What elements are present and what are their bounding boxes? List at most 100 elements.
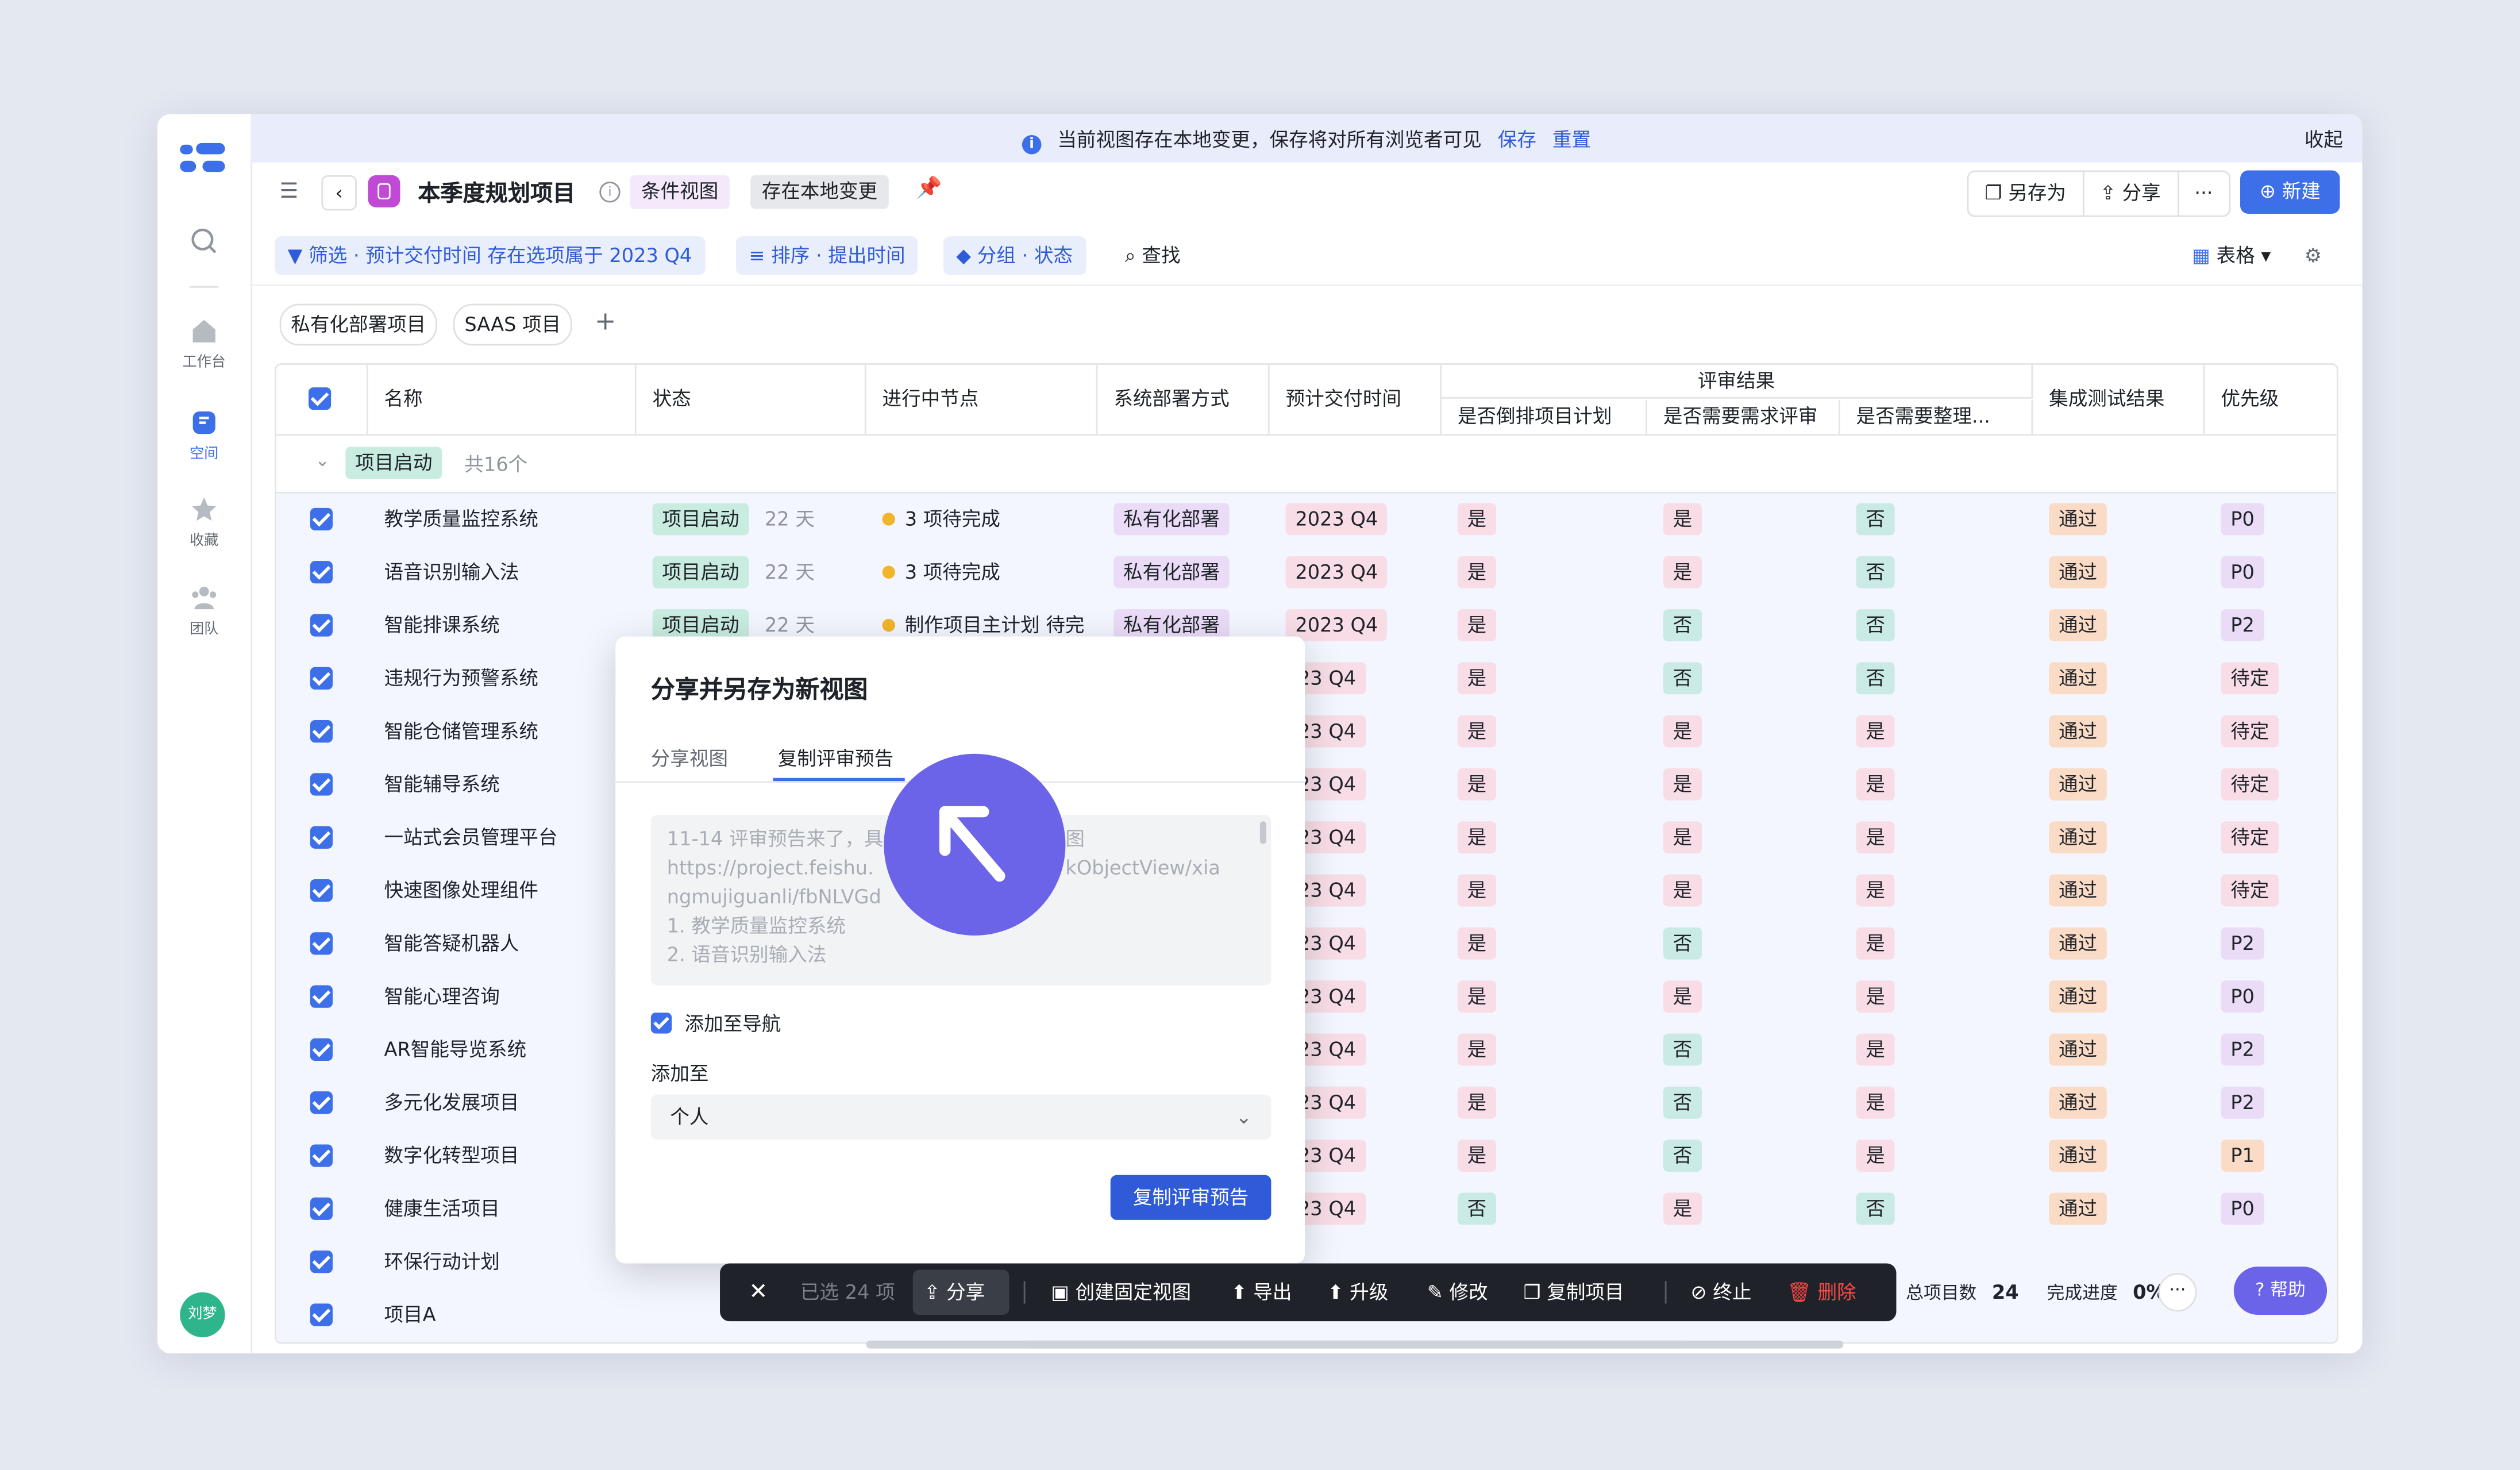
review2-cell[interactable]: 否: [1647, 1130, 1840, 1183]
node-cell[interactable]: 3 项待完成: [866, 547, 1098, 599]
name-cell[interactable]: 智能答疑机器人: [368, 918, 637, 971]
terminate-button[interactable]: ⊘ 终止: [1690, 1263, 1751, 1321]
test-cell[interactable]: 通过: [2033, 653, 2205, 706]
delivery-cell[interactable]: 2023 Q4: [1270, 547, 1442, 599]
name-cell[interactable]: 一站式会员管理平台: [368, 811, 637, 864]
table-row[interactable]: 快速图像处理组件 023 Q4 是是是通过 待定: [276, 864, 2337, 919]
chevron-down-icon[interactable]: ⌄: [315, 450, 330, 471]
banner-reset-link[interactable]: 重置: [1552, 129, 1591, 151]
sort-button[interactable]: ≡ 排序 · 提出时间: [736, 236, 919, 275]
row-checkbox[interactable]: [310, 826, 333, 849]
col-status[interactable]: 状态: [637, 364, 866, 434]
select-all-checkbox[interactable]: [309, 387, 332, 410]
review1-cell[interactable]: 是: [1442, 1077, 1647, 1130]
col-review1[interactable]: 是否倒排项目计划: [1442, 400, 1647, 434]
preview-scrollbar[interactable]: [1259, 821, 1267, 844]
priority-cell[interactable]: P0: [2205, 971, 2336, 1023]
review1-cell[interactable]: 是: [1442, 971, 1647, 1023]
avatar[interactable]: 刘梦: [180, 1292, 225, 1338]
create-fixed-view-button[interactable]: ▣ 创建固定视图: [1051, 1263, 1191, 1321]
name-cell[interactable]: 智能心理咨询: [368, 971, 637, 1023]
rail-favorites[interactable]: 收藏: [157, 495, 251, 550]
banner-save-link[interactable]: 保存: [1498, 129, 1536, 151]
tab-private-deploy[interactable]: 私有化部署项目: [279, 303, 437, 346]
test-cell[interactable]: 通过: [2033, 971, 2205, 1023]
upgrade-button[interactable]: ⬆ 升级: [1327, 1263, 1388, 1321]
col-deploy[interactable]: 系统部署方式: [1097, 364, 1270, 434]
review2-cell[interactable]: 是: [1647, 971, 1840, 1023]
row-checkbox[interactable]: [310, 720, 333, 743]
back-button[interactable]: ‹: [321, 175, 357, 211]
test-cell[interactable]: 通过: [2033, 865, 2205, 918]
row-checkbox[interactable]: [310, 561, 333, 584]
review2-cell[interactable]: 是: [1647, 811, 1840, 864]
tab-share-view[interactable]: 分享视图: [651, 744, 728, 772]
row-checkbox[interactable]: [310, 614, 333, 637]
table-row[interactable]: 健康生活项目 023 Q4 否是否通过 P0: [276, 1183, 2337, 1238]
batch-share-button[interactable]: ⇪ 分享: [924, 1263, 985, 1321]
review2-cell[interactable]: 是: [1647, 547, 1840, 599]
row-checkbox[interactable]: [310, 773, 333, 796]
row-checkbox[interactable]: [310, 879, 333, 902]
group-header-row[interactable]: ⌄ 项目启动 共16个: [276, 436, 2337, 494]
priority-cell[interactable]: P2: [2205, 918, 2336, 971]
priority-cell[interactable]: P0: [2205, 494, 2336, 547]
pin-icon[interactable]: 📌: [916, 177, 942, 201]
review3-cell[interactable]: 是: [1840, 1077, 2033, 1130]
review3-cell[interactable]: 是: [1840, 865, 2033, 918]
priority-cell[interactable]: 待定: [2205, 759, 2336, 811]
name-cell[interactable]: 健康生活项目: [368, 1183, 637, 1236]
name-cell[interactable]: 语音识别输入法: [368, 547, 637, 599]
col-name[interactable]: 名称: [368, 364, 637, 434]
name-cell[interactable]: 智能辅导系统: [368, 759, 637, 811]
table-row[interactable]: 多元化发展项目 023 Q4 是否是通过 P2: [276, 1076, 2337, 1132]
review3-cell[interactable]: 否: [1840, 547, 2033, 599]
deploy-cell[interactable]: 私有化部署: [1097, 547, 1269, 599]
table-row[interactable]: 智能仓储管理系统 023 Q4 是是是通过 待定: [276, 705, 2337, 760]
row-checkbox[interactable]: [310, 932, 333, 955]
copy-review-button[interactable]: 复制评审预告: [1110, 1175, 1271, 1220]
review1-cell[interactable]: 是: [1442, 811, 1647, 864]
test-cell[interactable]: 通过: [2033, 1024, 2205, 1077]
status-cell[interactable]: 项目启动 22 天: [637, 494, 866, 547]
page-horizontal-scrollbar[interactable]: [866, 1340, 1686, 1349]
test-cell[interactable]: 通过: [2033, 547, 2205, 599]
settings-gear-icon[interactable]: ⚙: [2292, 236, 2335, 275]
review3-cell[interactable]: 是: [1840, 1024, 2033, 1077]
table-row[interactable]: 智能排课系统 项目启动 22 天制作项目主计划 待完 私有化部署 2023 Q4 是否否…: [276, 599, 2337, 655]
col-test[interactable]: 集成测试结果: [2033, 364, 2205, 434]
add-tab-button[interactable]: +: [595, 305, 616, 336]
review3-cell[interactable]: 否: [1840, 494, 2033, 547]
banner-collapse-button[interactable]: 收起: [2305, 125, 2343, 153]
name-cell[interactable]: AR智能导览系统: [368, 1024, 637, 1077]
row-checkbox[interactable]: [310, 507, 333, 531]
table-row[interactable]: 教学质量监控系统 项目启动 22 天 3 项待完成 私有化部署 2023 Q4 是 是 否 通过…: [276, 493, 2337, 548]
summary-more-button[interactable]: ···: [2158, 1273, 2197, 1312]
more-button[interactable]: ···: [2178, 172, 2229, 216]
table-row[interactable]: 智能心理咨询 023 Q4 是是是通过 P0: [276, 971, 2337, 1026]
col-review2[interactable]: 是否需要需求评审: [1647, 400, 1840, 434]
col-priority[interactable]: 优先级: [2205, 365, 2336, 434]
col-review3[interactable]: 是否需要整理...: [1840, 400, 2033, 434]
test-cell[interactable]: 通过: [2033, 759, 2205, 811]
review3-cell[interactable]: 是: [1840, 706, 2033, 759]
review1-cell[interactable]: 是: [1442, 759, 1647, 811]
review3-cell[interactable]: 是: [1840, 918, 2033, 971]
priority-cell[interactable]: 待定: [2205, 811, 2336, 864]
review2-cell[interactable]: 是: [1647, 494, 1840, 547]
col-delivery[interactable]: 预计交付时间: [1270, 364, 1442, 434]
name-cell[interactable]: 智能排课系统: [368, 599, 637, 652]
status-cell[interactable]: 项目启动 22 天: [637, 547, 866, 599]
name-cell[interactable]: 项目A: [368, 1289, 637, 1342]
row-checkbox[interactable]: [310, 1091, 333, 1114]
add-nav-checkbox[interactable]: [650, 1013, 672, 1034]
review2-cell[interactable]: 是: [1647, 1183, 1840, 1236]
name-cell[interactable]: 智能仓储管理系统: [368, 706, 637, 759]
review1-cell[interactable]: 是: [1442, 1130, 1647, 1183]
test-cell[interactable]: 通过: [2033, 1077, 2205, 1130]
review3-cell[interactable]: 是: [1840, 971, 2033, 1023]
view-type-select[interactable]: ▦ 表格 ▾: [2179, 236, 2284, 275]
export-button[interactable]: ⬆ 导出: [1231, 1263, 1292, 1321]
rail-workbench[interactable]: 工作台: [157, 317, 251, 371]
review3-cell[interactable]: 是: [1840, 759, 2033, 811]
